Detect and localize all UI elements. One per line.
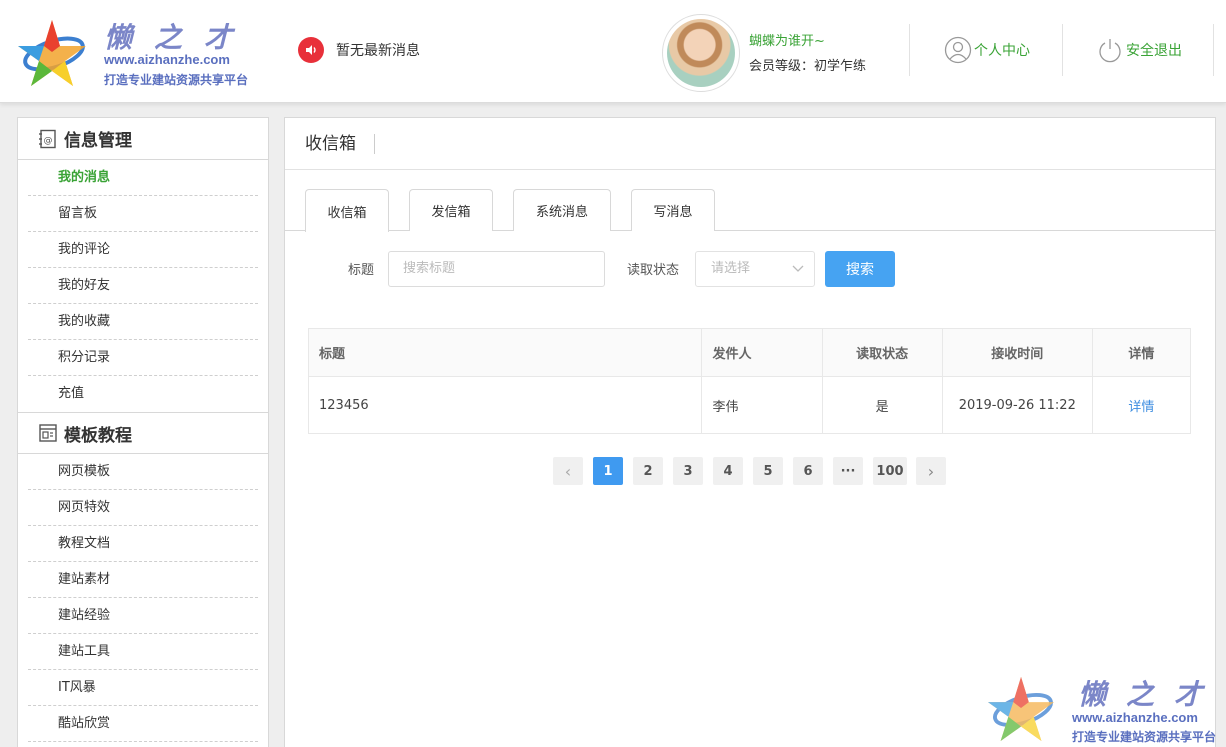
avatar[interactable] — [662, 14, 740, 92]
status-filter-label: 读取状态 — [627, 263, 680, 278]
user-icon — [944, 36, 972, 64]
logout-link[interactable]: 安全退出 — [1096, 36, 1182, 64]
sidebar-section-title: 模板教程 — [64, 425, 132, 446]
table-row[interactable]: 123456 李伟 是 2019-09-26 11:22 详情 — [307, 376, 1192, 434]
notice-bar[interactable]: 暂无最新消息 — [298, 37, 420, 63]
sidebar-section-info[interactable]: @ 信息管理 — [18, 118, 268, 160]
sidebar-item-my-messages[interactable]: 我的消息 — [28, 160, 258, 196]
address-book-icon: @ — [39, 129, 56, 148]
logo-slogan: 打造专业建站资源共享平台 — [104, 73, 249, 87]
logo-mark-icon — [18, 20, 86, 86]
sidebar-item-web-effects[interactable]: 网页特效 — [28, 490, 258, 526]
sidebar-item-experience[interactable]: 建站经验 — [28, 598, 258, 634]
user-level: 会员等级：初学乍练 — [749, 59, 867, 74]
column-header-time[interactable]: 接收时间 — [941, 328, 1093, 377]
pagination-page-5[interactable]: 5 — [753, 457, 783, 485]
title-filter-label: 标题 — [348, 263, 375, 278]
pagination-ellipsis: ··· — [833, 457, 863, 485]
user-name: 蝴蝶为谁开~ — [749, 34, 825, 49]
pagination-page-6[interactable]: 6 — [793, 457, 823, 485]
sidebar-item-my-favorites[interactable]: 我的收藏 — [28, 304, 258, 340]
pagination-page-4[interactable]: 4 — [713, 457, 743, 485]
logo-url: www.aizhanzhe.com — [104, 52, 230, 67]
cell-sender: 李伟 — [701, 376, 823, 434]
sidebar-item-materials[interactable]: 建站素材 — [28, 562, 258, 598]
speaker-icon — [298, 37, 324, 63]
pagination-next-button[interactable]: › — [916, 457, 946, 485]
column-header-status[interactable]: 读取状态 — [821, 328, 943, 377]
pagination-page-2[interactable]: 2 — [633, 457, 663, 485]
sidebar-item-my-friends[interactable]: 我的好友 — [28, 268, 258, 304]
sidebar-item-recharge[interactable]: 充值 — [28, 376, 258, 412]
chevron-down-icon — [792, 265, 804, 272]
message-table: 标题 发件人 读取状态 接收时间 详情 123456 李伟 是 2019-09-… — [307, 328, 1192, 434]
header-divider — [1213, 24, 1214, 76]
watermark-title: 懒之才 — [1078, 678, 1223, 711]
pagination-page-1[interactable]: 1 — [593, 457, 623, 485]
sidebar-section-templates[interactable]: 模板教程 — [18, 412, 268, 454]
column-header-title[interactable]: 标题 — [307, 328, 703, 377]
status-select-value: 请选择 — [711, 261, 751, 276]
sidebar-section-title: 信息管理 — [64, 131, 132, 151]
table-header-row: 标题 发件人 读取状态 接收时间 详情 — [307, 328, 1192, 377]
pagination-page-100[interactable]: 100 — [873, 457, 907, 485]
cell-status: 是 — [821, 376, 943, 434]
logo-mark-icon — [987, 676, 1055, 742]
main-panel: 收信箱 收信箱 发信箱 系统消息 写消息 标题 搜索标题 读取状态 请选择 搜索… — [284, 117, 1216, 747]
tab-inbox[interactable]: 收信箱 — [305, 189, 389, 232]
pagination-page-3[interactable]: 3 — [673, 457, 703, 485]
sidebar-item-my-comments[interactable]: 我的评论 — [28, 232, 258, 268]
cell-title: 123456 — [307, 376, 703, 434]
logo-title: 懒之才 — [104, 21, 255, 54]
notice-text: 暂无最新消息 — [336, 43, 420, 59]
cell-time: 2019-09-26 11:22 — [941, 376, 1093, 434]
tab-bar: 收信箱 发信箱 系统消息 写消息 — [285, 189, 1215, 232]
sidebar-item-tutorials[interactable]: 教程文档 — [28, 526, 258, 562]
power-icon — [1099, 39, 1121, 63]
site-logo[interactable]: 懒之才 www.aizhanzhe.com 打造专业建站资源共享平台 — [16, 14, 256, 90]
detail-link[interactable]: 详情 — [1128, 400, 1154, 415]
cell-detail: 详情 — [1091, 376, 1192, 434]
profile-label: 个人中心 — [974, 43, 1030, 59]
top-header: 懒之才 www.aizhanzhe.com 打造专业建站资源共享平台 暂无最新消… — [0, 0, 1226, 103]
watermark-slogan: 打造专业建站资源共享平台 — [1072, 730, 1217, 744]
profile-link[interactable]: 个人中心 — [944, 36, 1030, 64]
tab-compose[interactable]: 写消息 — [631, 189, 715, 231]
main-header: 收信箱 — [285, 118, 1215, 170]
watermark-logo: 懒之才 www.aizhanzhe.com 打造专业建站资源共享平台 — [984, 671, 1224, 747]
template-icon — [39, 424, 57, 442]
search-button[interactable]: 搜索 — [825, 251, 895, 287]
sidebar: @ 信息管理 我的消息 留言板 我的评论 我的好友 我的收藏 积分记录 充值 模… — [17, 117, 269, 747]
sidebar-item-guestbook[interactable]: 留言板 — [28, 196, 258, 232]
sidebar-item-web-templates[interactable]: 网页模板 — [28, 454, 258, 490]
tab-system-messages[interactable]: 系统消息 — [513, 189, 611, 231]
svg-text:@: @ — [44, 136, 53, 146]
column-header-sender[interactable]: 发件人 — [701, 328, 823, 377]
header-divider — [1062, 24, 1063, 76]
pagination-prev-button[interactable]: ‹ — [553, 457, 583, 485]
tab-outbox[interactable]: 发信箱 — [409, 189, 493, 231]
sidebar-item-points-log[interactable]: 积分记录 — [28, 340, 258, 376]
sidebar-item-cool-sites[interactable]: 酷站欣赏 — [28, 706, 258, 742]
watermark-url: www.aizhanzhe.com — [1072, 710, 1198, 725]
sidebar-item-tools[interactable]: 建站工具 — [28, 634, 258, 670]
logout-label: 安全退出 — [1126, 43, 1182, 59]
column-header-detail: 详情 — [1091, 328, 1192, 377]
page-title: 收信箱 — [305, 133, 375, 154]
title-search-input[interactable]: 搜索标题 — [388, 251, 605, 287]
header-divider — [909, 24, 910, 76]
search-form: 标题 搜索标题 读取状态 请选择 搜索 — [285, 250, 1215, 287]
sidebar-item-it-storm[interactable]: IT风暴 — [28, 670, 258, 706]
status-select[interactable]: 请选择 — [695, 251, 815, 287]
